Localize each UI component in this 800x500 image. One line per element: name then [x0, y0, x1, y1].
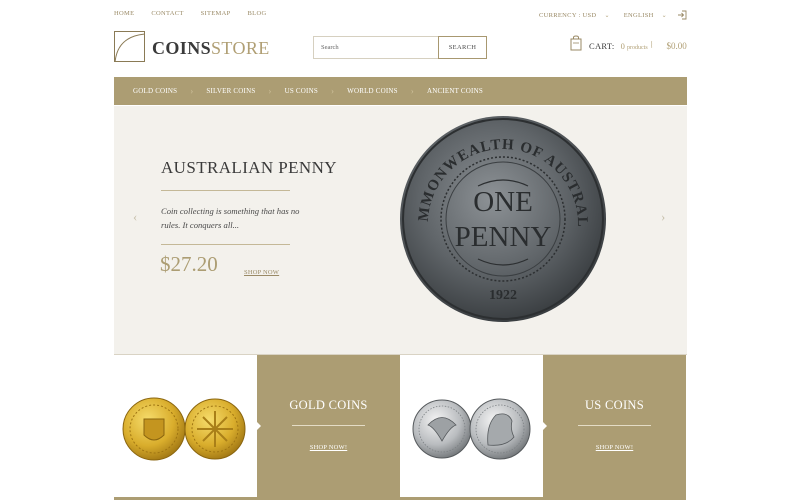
cart-count: 0 products	[621, 41, 648, 51]
logo[interactable]: COINSSTORE	[114, 31, 270, 62]
us-coins-tile[interactable]: US COINS SHOP NOW!	[542, 355, 686, 500]
penny-coin-image: COMMONWEALTH OF AUSTRALIA ONE PENNY 1922	[392, 102, 608, 324]
nav-item-gold-coins[interactable]: GOLD COINS	[133, 87, 177, 95]
tile-divider	[578, 425, 651, 426]
nav-item-world-coins[interactable]: WORLD COINS	[347, 87, 398, 95]
hero-slider: AUSTRALIAN PENNY Coin collecting is some…	[114, 102, 687, 355]
chevron-right-icon[interactable]: ›	[661, 209, 665, 225]
top-link-sitemap[interactable]: SITEMAP	[201, 10, 231, 17]
coin-line1: ONE	[473, 186, 533, 218]
nav-separator: ›	[268, 86, 272, 96]
us-coins-title: US COINS	[584, 398, 644, 412]
logo-text-bold: COINS	[152, 37, 212, 58]
us-coins-shop-link[interactable]: SHOP NOW!	[543, 444, 686, 451]
nav-item-ancient-coins[interactable]: ANCIENT COINS	[427, 87, 483, 95]
nav-separator: ›	[190, 86, 194, 96]
chevron-left-icon[interactable]: ‹	[133, 209, 137, 225]
cart-label: CART:	[589, 40, 615, 51]
nav-item-us-coins[interactable]: US COINS	[285, 87, 318, 95]
hero-shop-now-link[interactable]: SHOP NOW	[244, 269, 279, 276]
gold-coins-image[interactable]	[114, 355, 257, 500]
search-input[interactable]	[313, 36, 438, 59]
top-links: HOME CONTACT SITEMAP BLOG	[114, 10, 283, 17]
us-coins-image[interactable]	[400, 355, 543, 500]
top-right: CURRENCY : USD ⌄ ENGLISH ⌄	[525, 10, 687, 20]
tile-divider	[292, 425, 365, 426]
hero-divider	[161, 244, 290, 245]
logo-text-light: STORE	[211, 37, 270, 58]
hero-title: AUSTRALIAN PENNY	[161, 158, 337, 177]
gold-coins-tile[interactable]: GOLD COINS SHOP NOW!	[256, 355, 400, 500]
hero-description: Coin collecting is something that has no…	[161, 206, 300, 230]
cart-separator: ⦚	[650, 40, 653, 50]
hero-price: $27.20	[160, 252, 218, 276]
language-select[interactable]: ENGLISH ⌄	[624, 12, 667, 19]
top-link-blog[interactable]: BLOG	[248, 10, 267, 17]
logo-text: COINSSTORE	[152, 38, 270, 59]
top-link-home[interactable]: HOME	[114, 10, 134, 17]
gold-coins-title: GOLD COINS	[289, 398, 368, 412]
nav-separator: ›	[410, 86, 414, 96]
bag-icon	[570, 35, 582, 56]
top-link-contact[interactable]: CONTACT	[151, 10, 183, 17]
cart-total: $0.00	[666, 40, 687, 51]
chevron-down-icon: ⌄	[661, 12, 667, 19]
hero-divider	[161, 190, 290, 191]
exit-icon[interactable]	[677, 10, 687, 20]
nav-separator: ›	[330, 86, 335, 96]
logo-mark-icon	[114, 31, 145, 62]
coin-year: 1922	[489, 288, 517, 303]
currency-label: CURRENCY : USD	[539, 11, 597, 19]
nav-item-silver-coins[interactable]: SILVER COINS	[206, 87, 255, 95]
top-bar: HOME CONTACT SITEMAP BLOG CURRENCY : USD…	[114, 10, 687, 22]
category-tiles: GOLD COINS SHOP NOW! US COINS SHOP NOW!	[114, 355, 687, 500]
cart[interactable]: CART: 0 products ⦚ $0.00	[570, 35, 687, 56]
search-button[interactable]: SEARCH	[438, 36, 487, 59]
gold-coins-shop-link[interactable]: SHOP NOW!	[257, 444, 400, 451]
cart-count-value: 0	[620, 40, 625, 51]
cart-count-unit: products	[626, 44, 648, 51]
language-label: ENGLISH	[623, 11, 654, 19]
currency-select[interactable]: CURRENCY : USD ⌄	[539, 12, 610, 19]
chevron-down-icon: ⌄	[604, 12, 610, 19]
coin-line2: PENNY	[455, 221, 552, 253]
main-nav: GOLD COINS › SILVER COINS › US COINS › W…	[114, 77, 687, 105]
search-bar: SEARCH	[313, 36, 487, 59]
